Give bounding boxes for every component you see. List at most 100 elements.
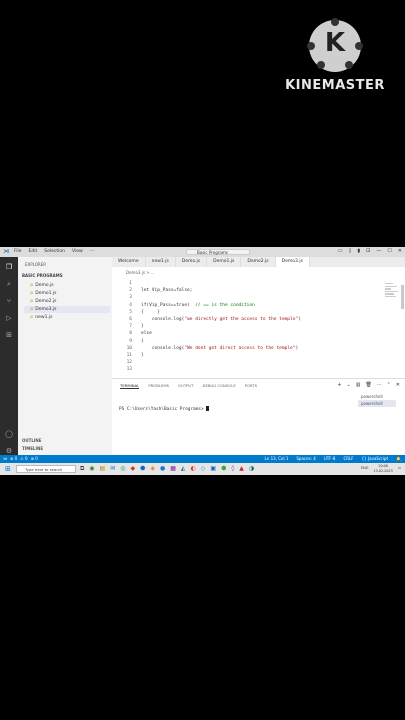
- encoding[interactable]: UTF-8: [324, 455, 336, 463]
- language-indicator[interactable]: ENG: [361, 466, 369, 471]
- tab-output[interactable]: OUTPUT: [178, 383, 193, 389]
- account-icon[interactable]: ◯: [4, 429, 14, 439]
- run-debug-icon[interactable]: ▷: [4, 313, 14, 323]
- menu-edit[interactable]: Edit: [29, 249, 38, 254]
- tab-problems[interactable]: PROBLEMS: [148, 383, 169, 389]
- app-icon[interactable]: ▲: [239, 465, 244, 473]
- tab-new1[interactable]: new1.js: [146, 257, 176, 267]
- notification-icon[interactable]: ▭: [398, 466, 401, 471]
- app-icon[interactable]: ⬟: [140, 465, 145, 473]
- code-line: 11}: [126, 352, 144, 358]
- code-line: 10 console.log("We dont get direct acces…: [126, 345, 299, 351]
- menu-selection[interactable]: Selection: [44, 249, 65, 254]
- windows-taskbar: ⊞ Type here to search ⧉ ◉ ▤ ✉ ◎ ◆ ⬟ ◈ ● …: [0, 463, 405, 475]
- chevron-down-icon[interactable]: ⌄: [347, 382, 351, 388]
- menu-more[interactable]: ···: [90, 249, 94, 254]
- windows-start-icon[interactable]: ⊞: [5, 465, 11, 473]
- taskbar-search-input[interactable]: Type here to search: [16, 465, 76, 473]
- app-icon[interactable]: ◆: [131, 465, 136, 473]
- split-terminal-icon[interactable]: ▥: [356, 382, 361, 388]
- tab-welcome[interactable]: Welcome: [112, 257, 146, 267]
- extensions-icon[interactable]: ⊞: [4, 330, 14, 340]
- file-item[interactable]: JS Demo.js: [24, 282, 110, 289]
- app-icon[interactable]: ⬢: [221, 465, 226, 473]
- app-icon[interactable]: ◭: [181, 465, 186, 473]
- toggle-secondary-icon[interactable]: ▮: [357, 248, 360, 254]
- app-icon[interactable]: ✉: [110, 465, 115, 473]
- file-item[interactable]: JS new1.js: [24, 314, 110, 321]
- minimize-button[interactable]: —: [376, 248, 381, 254]
- menu-file[interactable]: File: [14, 249, 22, 254]
- app-icon[interactable]: ◊: [231, 465, 234, 473]
- close-button[interactable]: ✕: [398, 248, 402, 254]
- explorer-sidebar: EXPLORER BASIC PROGRAMS JS Demo.js JS Demo…: [18, 257, 113, 465]
- app-icon[interactable]: ◐: [191, 465, 196, 473]
- remote-icon[interactable]: ⋊: [3, 455, 7, 463]
- window-controls: ▭ ▯ ▮ ⊡ — ☐ ✕: [338, 248, 402, 254]
- file-item-active[interactable]: JS Demo3.js: [24, 306, 110, 313]
- folder-header[interactable]: BASIC PROGRAMS: [22, 273, 63, 278]
- js-file-icon: JS: [30, 307, 34, 311]
- explorer-icon[interactable]: ❐: [4, 262, 14, 272]
- app-icon[interactable]: ▦: [170, 465, 176, 473]
- ports-count[interactable]: ⊕ 0: [31, 455, 38, 463]
- search-icon[interactable]: ⌕: [4, 279, 14, 289]
- line-ending[interactable]: CRLF: [343, 455, 353, 463]
- js-file-icon: JS: [30, 291, 34, 295]
- outline-section[interactable]: OUTLINE: [22, 438, 42, 443]
- vscode-logo-icon: ⋊: [3, 248, 9, 255]
- warnings-count[interactable]: ⚠ 0: [20, 455, 27, 463]
- timeline-section[interactable]: TIMELINE: [22, 446, 43, 451]
- file-item[interactable]: JS Demo1.js: [24, 290, 110, 297]
- kinemaster-brand-text: KINEMASTER: [285, 78, 385, 93]
- toggle-panel-icon[interactable]: ▯: [349, 248, 352, 254]
- maximize-panel-icon[interactable]: ⌃: [387, 382, 391, 388]
- source-control-icon[interactable]: ⑂: [4, 296, 14, 306]
- code-line: 4 if(Vip_Pass==true) // == is the conditi…: [129, 302, 255, 308]
- trash-icon[interactable]: 🗑: [365, 382, 371, 388]
- minimap[interactable]: [385, 283, 399, 313]
- errors-count[interactable]: ⊗ 0: [10, 455, 17, 463]
- vscode-taskbar-icon[interactable]: ▣: [210, 465, 216, 473]
- code-line: 5{ }: [129, 309, 160, 315]
- bell-icon[interactable]: 🔔: [396, 455, 401, 463]
- menu-view[interactable]: View: [72, 249, 83, 254]
- tab-demo2[interactable]: Demo2.js: [241, 257, 276, 267]
- app-icon[interactable]: ●: [160, 465, 165, 473]
- tab-demo1[interactable]: Demo1.js: [207, 257, 242, 267]
- maximize-button[interactable]: ☐: [387, 248, 391, 254]
- scrollbar[interactable]: [401, 285, 404, 309]
- more-icon[interactable]: ···: [377, 382, 382, 388]
- terminal-output[interactable]: PS C:\Users\Yash\Basic Programs>: [119, 406, 209, 412]
- tab-ports[interactable]: PORTS: [245, 383, 257, 389]
- code-editor[interactable]: 1 2 let Vip_Pass=false; 3 4 if(Vip_Pass==t…: [112, 280, 392, 373]
- file-item[interactable]: JS Demo2.js: [24, 298, 110, 305]
- date: 13-02-2023: [373, 468, 393, 473]
- app-icon[interactable]: ◇: [201, 465, 206, 473]
- terminal-instance[interactable]: powershell: [358, 393, 396, 400]
- app-icon[interactable]: ◑: [249, 465, 254, 473]
- editor-tabs: Welcome new1.js Demo.js Demo1.js Demo2.j…: [112, 257, 405, 267]
- breadcrumb[interactable]: Demo3.js > ...: [126, 270, 155, 275]
- toggle-sidebar-icon[interactable]: ▭: [338, 248, 343, 254]
- tab-terminal[interactable]: TERMINAL: [120, 383, 140, 389]
- terminal-instance-active[interactable]: powershell: [358, 400, 396, 407]
- tab-demo[interactable]: Demo.js: [176, 257, 208, 267]
- close-panel-icon[interactable]: ✕: [396, 382, 400, 388]
- app-icon[interactable]: ◉: [89, 465, 94, 473]
- command-center[interactable]: Basic Programs: [186, 249, 250, 255]
- new-terminal-icon[interactable]: +: [337, 382, 341, 388]
- tab-debug-console[interactable]: DEBUG CONSOLE: [203, 383, 236, 389]
- code-line: 1: [129, 281, 132, 286]
- app-icon[interactable]: ◈: [150, 465, 155, 473]
- cursor-position[interactable]: Ln 13, Col 1: [265, 455, 289, 463]
- language-mode[interactable]: {} JavaScript: [362, 455, 388, 463]
- tab-demo3[interactable]: Demo3.js: [275, 257, 310, 267]
- app-icon[interactable]: ▤: [100, 465, 106, 473]
- terminal-prompt: PS C:\Users\Yash\Basic Programs>: [119, 407, 204, 412]
- app-icon[interactable]: ◎: [120, 465, 125, 473]
- task-view-icon[interactable]: ⧉: [80, 465, 84, 473]
- indentation[interactable]: Spaces: 4: [296, 455, 315, 463]
- clock[interactable]: 20:08 13-02-2023: [374, 464, 393, 473]
- layout-icon[interactable]: ⊡: [366, 248, 370, 254]
